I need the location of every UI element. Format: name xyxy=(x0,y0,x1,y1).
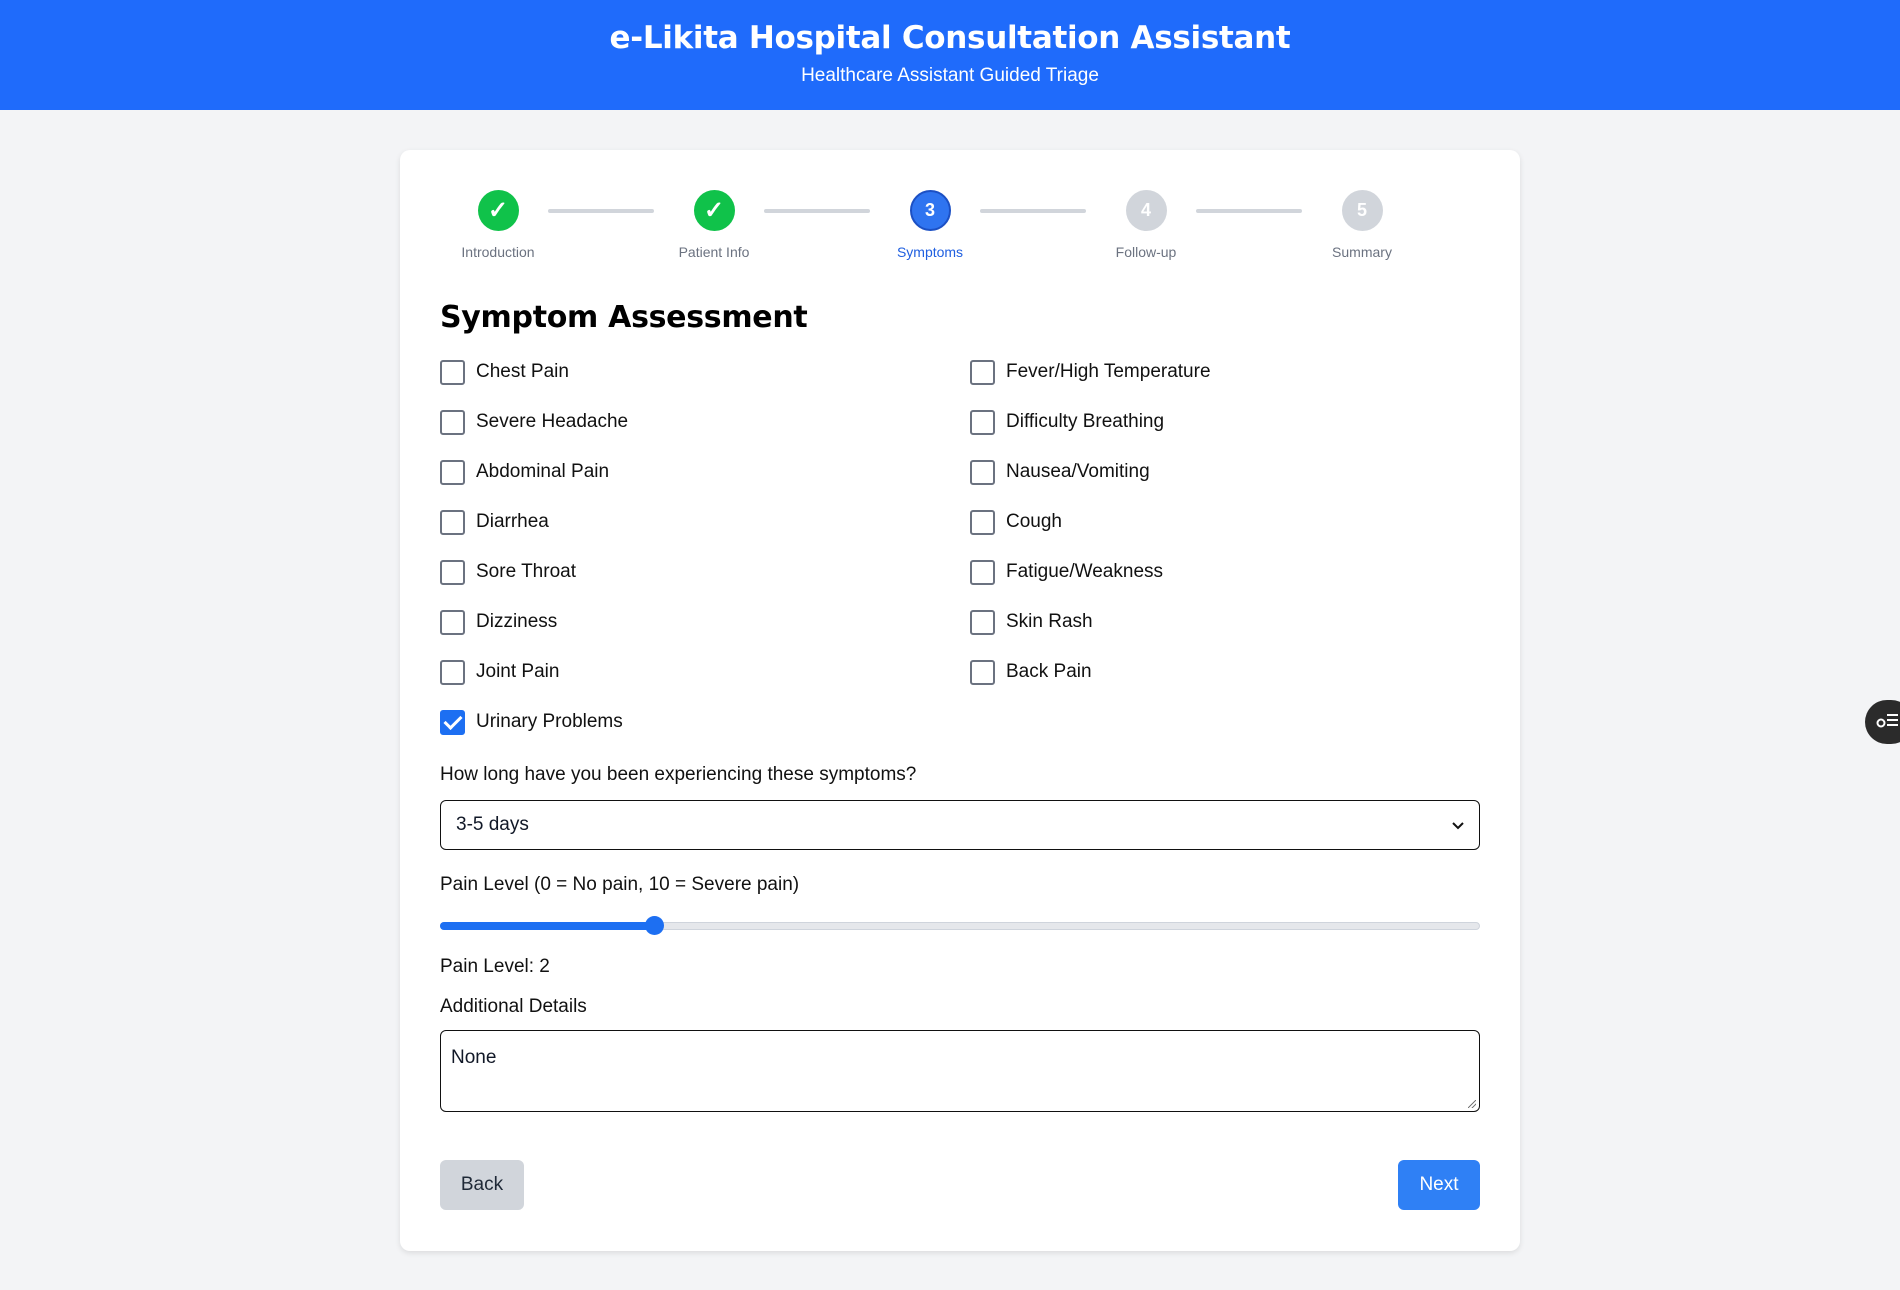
symptom-label: Difficulty Breathing xyxy=(1006,411,1165,432)
triage-card: ✓ Introduction ✓ Patient Info 3 Symptoms… xyxy=(400,150,1520,1251)
checkbox[interactable] xyxy=(440,509,465,535)
step-number: 3 xyxy=(909,190,951,231)
symptom-label: Sore Throat xyxy=(476,561,576,582)
checkbox[interactable] xyxy=(970,359,995,385)
symptom-label: Nausea/Vomiting xyxy=(1006,461,1150,482)
duration-label: How long have you been experiencing thes… xyxy=(440,764,917,785)
step-label: Follow-up xyxy=(1115,244,1177,260)
symptom-difficulty-breathing[interactable]: Difficulty Breathing xyxy=(970,409,1480,435)
step-patient-info: ✓ Patient Info xyxy=(644,190,784,260)
step-number: 5 xyxy=(1341,190,1383,231)
symptom-abdominal-pain[interactable]: Abdominal Pain xyxy=(440,459,970,485)
checkbox[interactable] xyxy=(440,409,465,435)
step-number: 4 xyxy=(1125,190,1167,231)
checkbox[interactable] xyxy=(440,459,465,485)
step-follow-up: 4 Follow-up xyxy=(1076,190,1216,260)
symptom-skin-rash[interactable]: Skin Rash xyxy=(970,609,1480,635)
details-value: None xyxy=(451,1047,497,1068)
symptom-sore-throat[interactable]: Sore Throat xyxy=(440,559,970,585)
step-label: Summary xyxy=(1332,244,1392,260)
symptom-label: Joint Pain xyxy=(476,661,560,682)
checkbox[interactable] xyxy=(970,509,995,535)
symptom-dizziness[interactable]: Dizziness xyxy=(440,609,970,635)
step-label: Symptoms xyxy=(896,244,964,260)
next-button[interactable]: Next xyxy=(1398,1160,1480,1210)
resize-grip-icon[interactable] xyxy=(1468,1100,1476,1108)
symptom-urinary-problems[interactable]: Urinary Problems xyxy=(440,709,970,735)
checkbox[interactable] xyxy=(970,609,995,635)
symptom-label: Abdominal Pain xyxy=(476,461,610,482)
symptom-fatigue[interactable]: Fatigue/Weakness xyxy=(970,559,1480,585)
app-title: e-Likita Hospital Consultation Assistant xyxy=(609,20,1291,56)
app-subtitle: Healthcare Assistant Guided Triage xyxy=(801,65,1099,86)
checkbox-checked[interactable] xyxy=(440,709,465,735)
details-textarea[interactable]: None xyxy=(440,1030,1480,1112)
symptom-checklist: Chest Pain Fever/High Temperature Severe… xyxy=(440,359,1480,735)
progress-stepper: ✓ Introduction ✓ Patient Info 3 Symptoms… xyxy=(440,190,1480,270)
settings-list-icon xyxy=(1876,710,1900,735)
symptom-diarrhea[interactable]: Diarrhea xyxy=(440,509,970,535)
pain-level-slider[interactable] xyxy=(440,916,1480,936)
symptom-label: Chest Pain xyxy=(476,361,569,382)
symptom-label: Fatigue/Weakness xyxy=(1006,561,1164,582)
step-introduction: ✓ Introduction xyxy=(428,190,568,260)
accessibility-tools-button[interactable] xyxy=(1865,700,1900,744)
section-title: Symptom Assessment xyxy=(440,300,808,335)
checkbox[interactable] xyxy=(970,559,995,585)
pain-level-readout: Pain Level: 2 xyxy=(440,956,550,977)
slider-fill xyxy=(440,922,654,930)
step-summary: 5 Summary xyxy=(1292,190,1432,260)
app-header: e-Likita Hospital Consultation Assistant… xyxy=(0,0,1900,110)
step-label: Introduction xyxy=(461,244,535,260)
symptom-label: Back Pain xyxy=(1006,661,1092,682)
symptom-label: Severe Headache xyxy=(476,411,629,432)
symptom-cough[interactable]: Cough xyxy=(970,509,1480,535)
details-label: Additional Details xyxy=(440,996,587,1017)
check-icon: ✓ xyxy=(693,190,735,231)
duration-select[interactable]: 3-5 days xyxy=(440,800,1480,850)
symptom-severe-headache[interactable]: Severe Headache xyxy=(440,409,970,435)
step-symptoms: 3 Symptoms xyxy=(860,190,1000,260)
checkbox[interactable] xyxy=(440,359,465,385)
symptom-fever[interactable]: Fever/High Temperature xyxy=(970,359,1480,385)
symptom-label: Cough xyxy=(1006,511,1062,532)
symptom-label: Skin Rash xyxy=(1006,611,1093,632)
symptom-back-pain[interactable]: Back Pain xyxy=(970,659,1480,685)
checkbox[interactable] xyxy=(970,409,995,435)
checkbox[interactable] xyxy=(970,459,995,485)
symptom-label: Fever/High Temperature xyxy=(1006,361,1211,382)
slider-thumb[interactable] xyxy=(645,916,664,935)
symptom-label: Diarrhea xyxy=(476,511,549,532)
symptom-label: Urinary Problems xyxy=(476,711,623,732)
back-button[interactable]: Back xyxy=(440,1160,524,1210)
symptom-label: Dizziness xyxy=(476,611,558,632)
checkbox[interactable] xyxy=(440,609,465,635)
symptom-joint-pain[interactable]: Joint Pain xyxy=(440,659,970,685)
check-icon: ✓ xyxy=(477,190,519,231)
pain-level-label: Pain Level (0 = No pain, 10 = Severe pai… xyxy=(440,874,800,895)
symptom-chest-pain[interactable]: Chest Pain xyxy=(440,359,970,385)
symptom-nausea[interactable]: Nausea/Vomiting xyxy=(970,459,1480,485)
chevron-down-icon xyxy=(1452,817,1464,833)
checkbox[interactable] xyxy=(970,659,995,685)
checkbox[interactable] xyxy=(440,659,465,685)
step-label: Patient Info xyxy=(678,244,750,260)
checkbox[interactable] xyxy=(440,559,465,585)
duration-value: 3-5 days xyxy=(456,814,529,835)
